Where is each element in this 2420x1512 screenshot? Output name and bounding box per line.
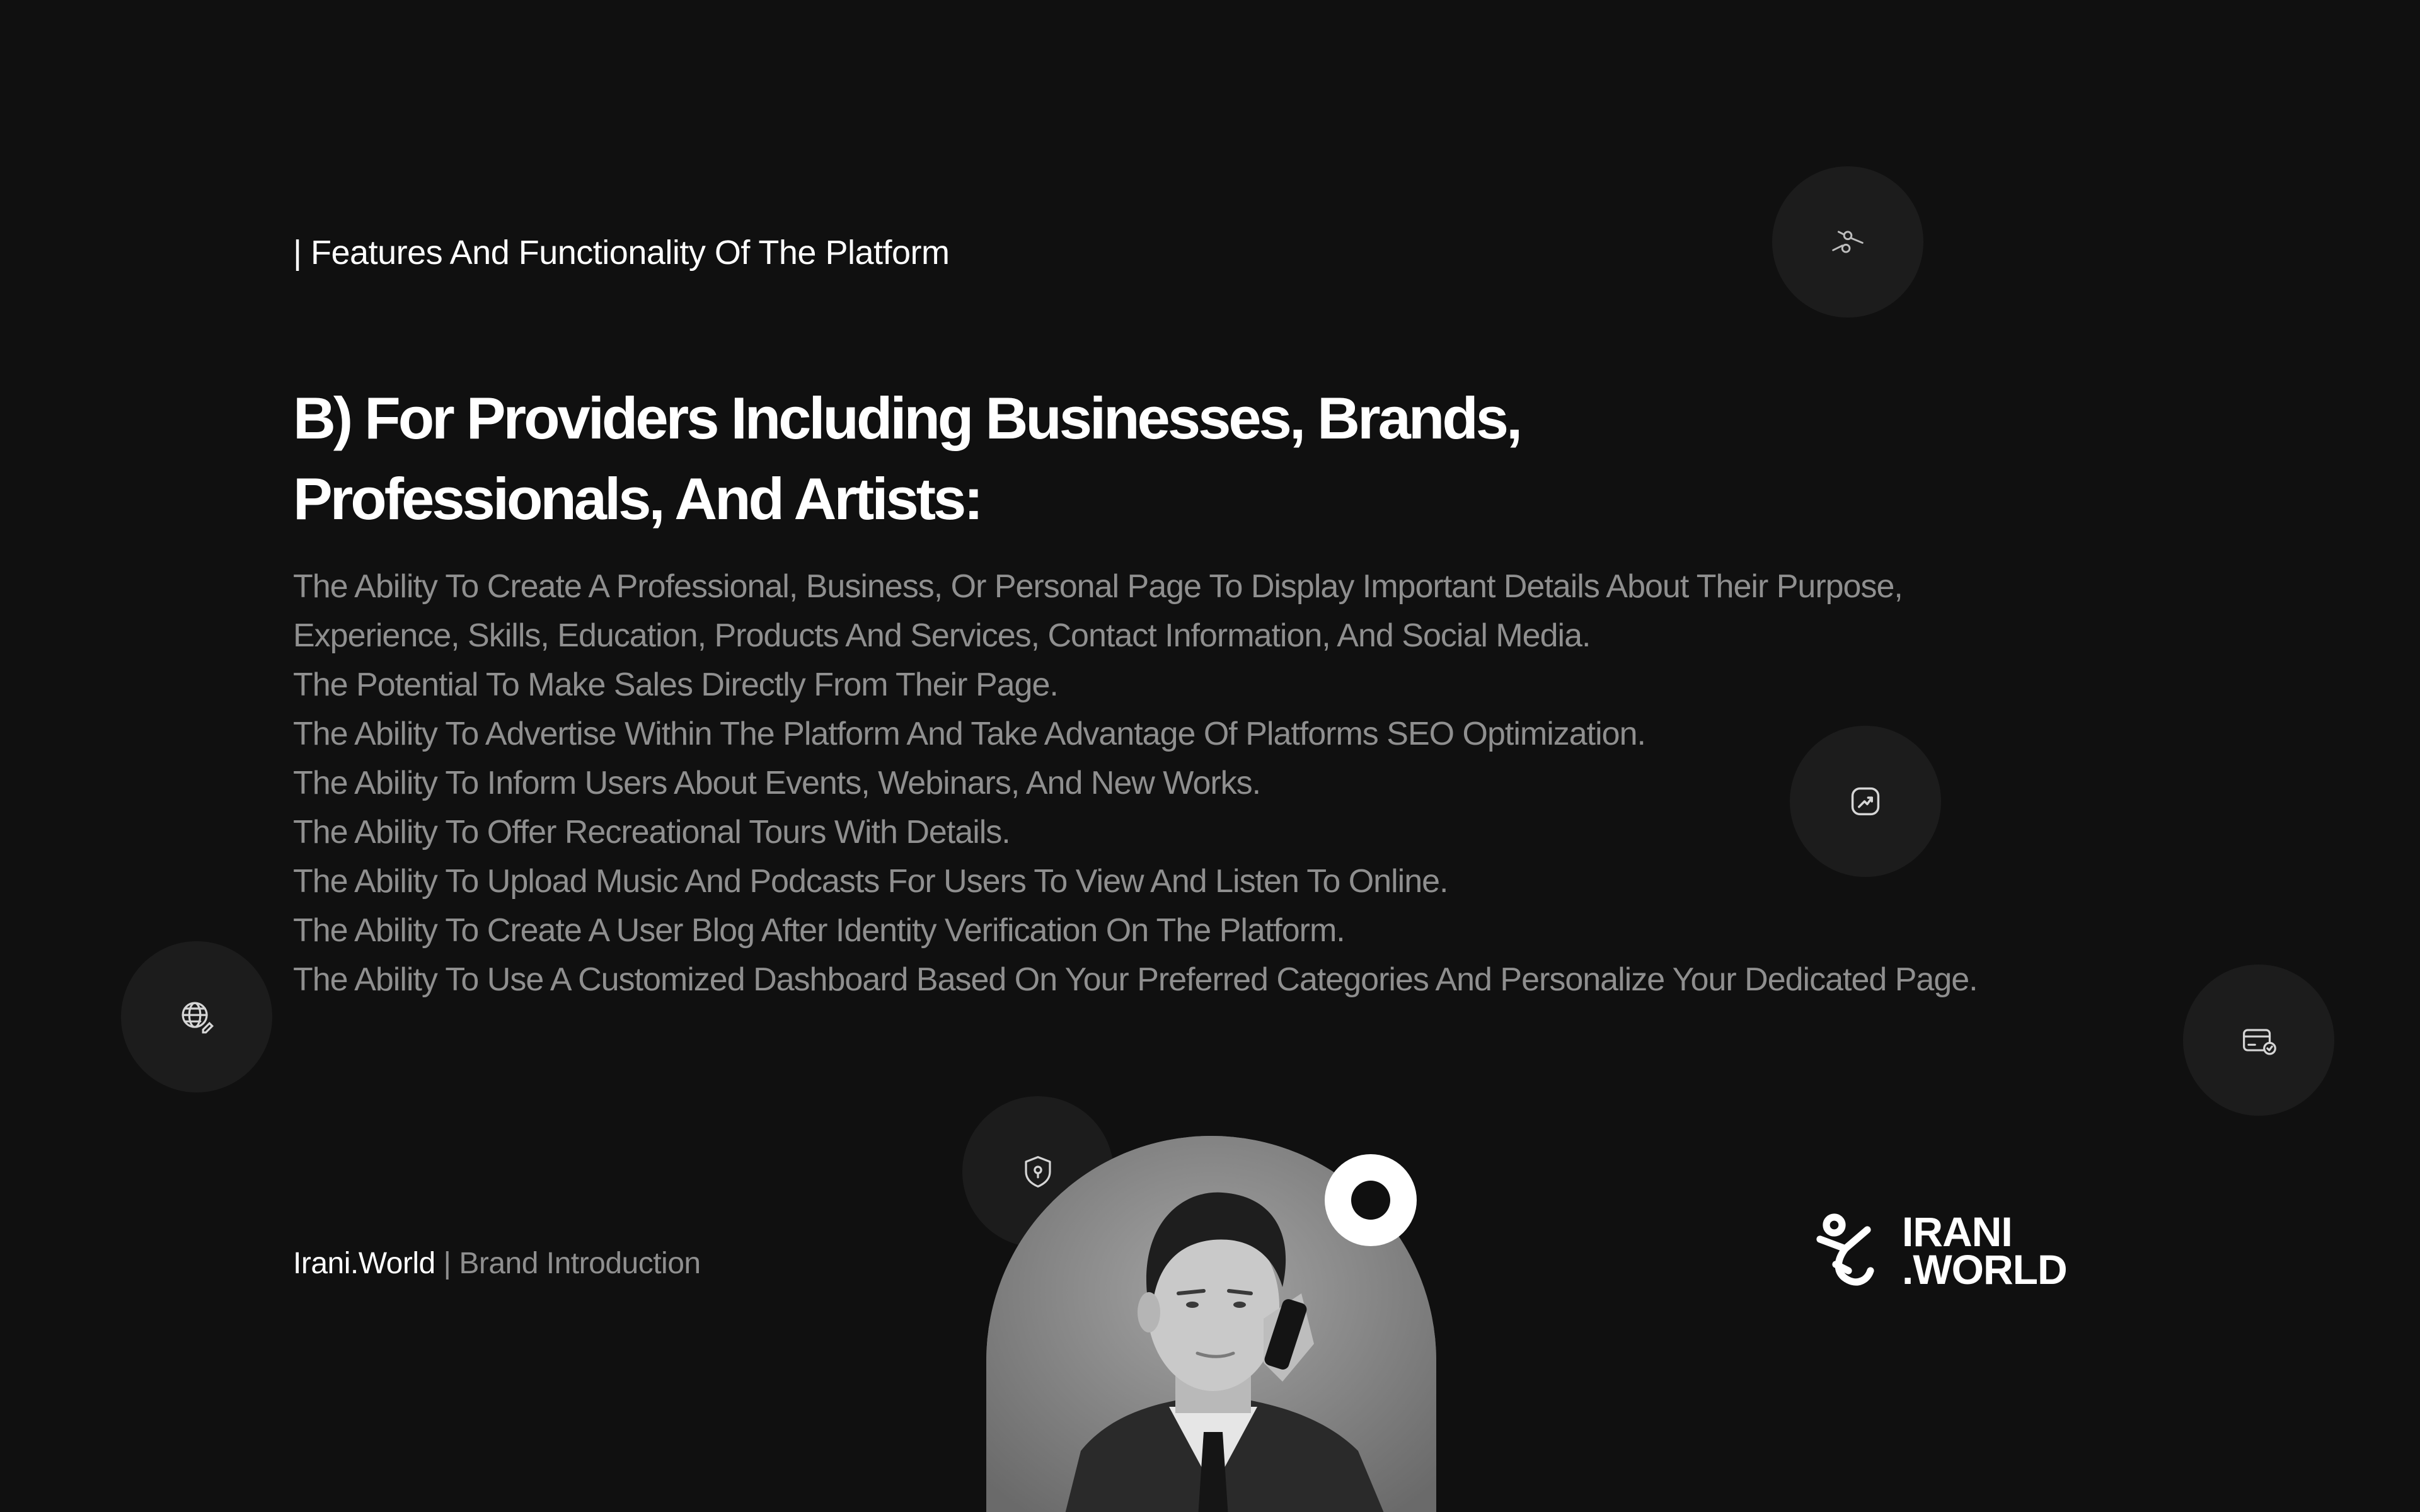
ring-hole [1351,1181,1390,1220]
trend-circle [1790,726,1941,877]
ring-decoration [1325,1154,1417,1246]
globe-edit-icon [182,1002,214,1034]
page-title: B) For Providers Including Businesses, B… [293,378,1680,539]
page-title-line-1: B) For Providers Including Businesses, B… [293,385,1523,451]
list-item: The Ability To Create A Professional, Bu… [293,568,1903,605]
footer-brand: Irani.World | Brand Introduction [293,1246,701,1281]
brand-logo: IRANI .WORLD [1814,1208,2068,1293]
logo-text-line-1: IRANI [1902,1208,2013,1255]
footer-brand-subtitle: Brand Introduction [459,1247,701,1280]
globe-circle [121,941,272,1092]
shield-location-icon [1025,1156,1051,1188]
trend-up-icon [1851,787,1880,816]
page-title-line-2: Professionals, And Artists: [293,466,984,532]
footer-separator: | [443,1247,451,1280]
connection-icon [1832,231,1864,253]
section-label: | Features And Functionality Of The Plat… [293,234,950,272]
logo-text-line-2: .WORLD [1902,1246,2068,1293]
connection-circle [1772,166,1923,318]
list-item: The Ability To Create A User Blog After … [293,912,1345,949]
list-item: The Potential To Make Sales Directly Fro… [293,667,1059,703]
logo-text: IRANI .WORLD [1902,1208,2068,1293]
list-item: Experience, Skills, Education, Products … [293,617,1591,654]
list-item: The Ability To Use A Customized Dashboar… [293,961,1978,998]
footer-brand-name: Irani.World [293,1247,435,1280]
card-check-icon [2243,1029,2276,1055]
card-circle [2183,965,2334,1116]
person-logo-icon [1816,1213,1874,1286]
